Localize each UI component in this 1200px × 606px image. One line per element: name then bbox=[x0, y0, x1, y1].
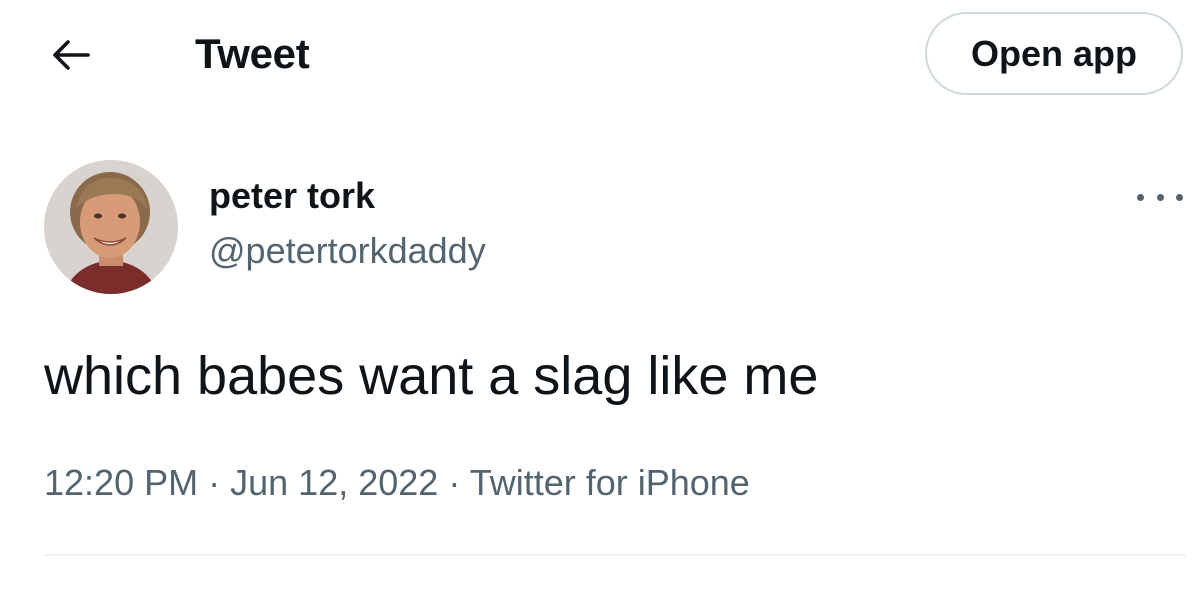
tweet-text: which babes want a slag like me bbox=[44, 346, 819, 406]
tweet-source[interactable]: Twitter for iPhone bbox=[470, 462, 750, 503]
profile-photo bbox=[44, 160, 178, 294]
more-horizontal-icon bbox=[1137, 193, 1144, 201]
username[interactable]: @petertorkdaddy bbox=[209, 227, 486, 275]
more-horizontal-icon bbox=[1176, 193, 1183, 201]
open-app-button[interactable]: Open app bbox=[925, 12, 1183, 95]
more-options-button[interactable] bbox=[1137, 182, 1183, 212]
meta-separator: · bbox=[448, 462, 461, 503]
tweet-date[interactable]: Jun 12, 2022 bbox=[230, 462, 438, 503]
tweet-time[interactable]: 12:20 PM bbox=[44, 462, 198, 503]
back-button[interactable] bbox=[46, 34, 94, 76]
arrow-left-icon bbox=[53, 40, 90, 70]
display-name[interactable]: peter tork bbox=[209, 172, 375, 220]
tweet-metadata: 12:20 PM · Jun 12, 2022 · Twitter for iP… bbox=[44, 458, 750, 508]
meta-separator: · bbox=[208, 462, 221, 503]
avatar[interactable] bbox=[44, 160, 178, 294]
page-title: Tweet bbox=[195, 30, 310, 77]
more-horizontal-icon bbox=[1156, 193, 1164, 201]
divider bbox=[44, 554, 1186, 556]
